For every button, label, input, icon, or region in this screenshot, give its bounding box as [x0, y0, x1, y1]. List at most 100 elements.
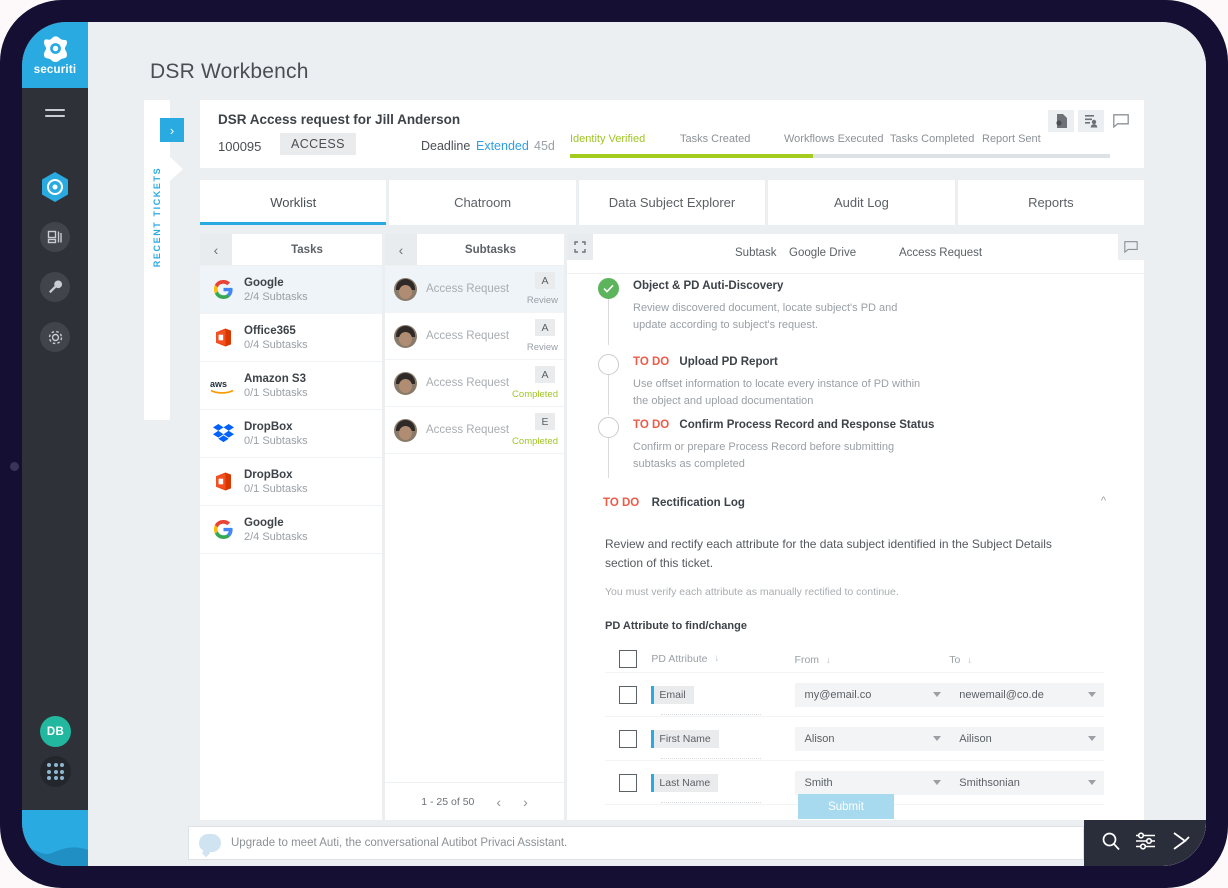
row-checkbox[interactable]	[619, 729, 638, 748]
search-icon	[1102, 832, 1120, 850]
chat-placeholder: Upgrade to meet Auti, the conversational…	[231, 837, 568, 849]
worklist-columns: ‹ Tasks Google 2/4 Subtasks Office365 0/…	[200, 234, 1144, 820]
subtask-name: Access Request	[426, 377, 510, 389]
row-checkbox[interactable]	[619, 685, 638, 704]
document-settings-button[interactable]	[1048, 110, 1074, 132]
search-button[interactable]	[1101, 831, 1121, 856]
from-value-select[interactable]: Alison	[794, 726, 950, 751]
task-row[interactable]: aws Amazon S3 0/1 Subtasks	[200, 362, 382, 410]
task-row[interactable]: Office365 0/4 Subtasks	[200, 314, 382, 362]
expand-detail-button[interactable]	[567, 234, 593, 260]
checklist-title: TO DO Confirm Process Record and Respons…	[633, 413, 1144, 431]
comment-icon	[1124, 241, 1138, 253]
task-row[interactable]: Google 2/4 Subtasks	[200, 266, 382, 314]
sidebar-item-dashboard[interactable]	[22, 212, 88, 262]
rectification-log-body: Review and rectify each attribute for th…	[567, 535, 1144, 806]
send-button[interactable]	[1170, 831, 1190, 856]
attribute-table-label: PD Attribute to find/change	[605, 620, 747, 633]
pagination-next-button[interactable]: ›	[523, 794, 528, 810]
detail-body: Object & PD Auti-Discovery Review discov…	[567, 274, 1144, 820]
select-all-checkbox[interactable]	[619, 649, 638, 668]
task-name: DropBox	[244, 468, 293, 481]
task-text: Google 2/4 Subtasks	[244, 517, 308, 543]
chevron-left-icon: ‹	[213, 241, 219, 258]
recent-tickets-rail[interactable]: RECENT TICKETS	[144, 100, 170, 420]
google-icon	[210, 278, 236, 302]
tab-audit-log[interactable]: Audit Log	[768, 180, 955, 225]
task-name: Google	[244, 516, 284, 529]
subtask-badge: E	[535, 413, 555, 430]
subtasks-panel-title: Subtasks	[464, 243, 517, 256]
tab-label: Audit Log	[833, 195, 889, 210]
submit-button[interactable]: Submit	[798, 794, 894, 819]
chevron-down-icon	[1088, 735, 1097, 741]
svg-text:aws: aws	[210, 379, 227, 389]
assign-user-button[interactable]	[1078, 110, 1104, 132]
sidebar-item-tools[interactable]	[22, 262, 88, 312]
document-settings-icon	[1055, 114, 1067, 128]
subtask-row[interactable]: Access Request A Review	[385, 313, 564, 360]
task-name: Office365	[244, 324, 296, 337]
detail-comment-button[interactable]	[1118, 234, 1144, 260]
tab-data-subject-explorer[interactable]: Data Subject Explorer	[578, 180, 766, 225]
task-row[interactable]: DropBox 0/1 Subtasks	[200, 410, 382, 458]
sort-arrow-icon[interactable]: ↓	[967, 655, 972, 666]
checklist-item[interactable]: TO DO Upload PD Report Use offset inform…	[567, 350, 1144, 415]
checklist-description: Review discovered document, locate subje…	[633, 302, 898, 331]
to-value-select[interactable]: newemail@co.de	[949, 682, 1105, 707]
empty-circle-icon	[598, 417, 619, 438]
task-row[interactable]: DropBox 0/1 Subtasks	[200, 458, 382, 506]
checklist-item[interactable]: TO DO Confirm Process Record and Respons…	[567, 413, 1144, 478]
tasks-back-button[interactable]: ‹	[200, 234, 232, 265]
tab-reports[interactable]: Reports	[957, 180, 1145, 225]
sidebar-item-settings[interactable]	[22, 312, 88, 362]
subtask-row[interactable]: Access Request E Completed	[385, 407, 564, 454]
empty-circle-icon	[598, 354, 619, 375]
from-value-select[interactable]: my@email.co	[794, 682, 950, 707]
filter-button[interactable]	[1135, 831, 1156, 856]
sort-arrow-icon[interactable]: ↓	[826, 655, 831, 666]
subtask-row[interactable]: Access Request A Review	[385, 266, 564, 313]
chevron-up-icon[interactable]: ^	[1101, 495, 1106, 507]
chevron-down-icon	[1088, 691, 1097, 697]
brand-logo[interactable]: securiti	[22, 22, 88, 88]
chat-input[interactable]: Upgrade to meet Auti, the conversational…	[188, 826, 1084, 860]
sidebar-item-privaci[interactable]	[22, 162, 88, 212]
subtask-detail-panel: Subtask Google Drive Access Request Obje…	[567, 234, 1144, 820]
checklist-item[interactable]: Object & PD Auti-Discovery Review discov…	[567, 274, 1144, 350]
task-row[interactable]: Google 2/4 Subtasks	[200, 506, 382, 554]
recent-tickets-expand-button[interactable]: ›	[160, 118, 184, 142]
pagination-range: 1 - 25 of 50	[421, 795, 475, 808]
todo-badge: TO DO	[603, 497, 640, 509]
tasks-panel-header: ‹ Tasks	[200, 234, 382, 266]
hamburger-menu-button[interactable]	[22, 88, 88, 138]
tab-label: Data Subject Explorer	[608, 195, 736, 210]
deadline-state-link[interactable]: Extended	[476, 139, 529, 153]
to-value-select[interactable]: Ailison	[949, 726, 1105, 751]
chat-actions	[1084, 820, 1206, 866]
ticket-comment-button[interactable]	[1108, 110, 1134, 132]
tab-chatroom[interactable]: Chatroom	[389, 180, 576, 225]
tab-worklist[interactable]: Worklist	[200, 180, 387, 225]
sort-arrow-icon[interactable]: ↓	[714, 653, 719, 664]
office365-icon	[210, 470, 236, 494]
apps-grid-button[interactable]	[40, 756, 71, 787]
task-text: DropBox 0/1 Subtasks	[244, 421, 308, 447]
rectification-log-header[interactable]: TO DO Rectification Log ^	[567, 493, 1144, 513]
user-avatar[interactable]: DB	[40, 716, 71, 747]
rectification-note: You must verify each attribute as manual…	[605, 586, 899, 599]
subtasks-back-button[interactable]: ‹	[385, 234, 417, 265]
apps-grid-icon	[47, 763, 64, 780]
ticket-progress-stepper: Identity Verified Tasks Created Workflow…	[570, 133, 1110, 158]
chat-bubble-icon	[199, 834, 221, 852]
pagination-prev-button[interactable]: ‹	[496, 794, 501, 810]
deadline-days: 45d	[534, 139, 555, 153]
task-subtask-count: 0/1 Subtasks	[244, 482, 308, 495]
from-value: Alison	[804, 732, 835, 745]
tasks-panel: ‹ Tasks Google 2/4 Subtasks Office365 0/…	[200, 234, 382, 820]
subtask-row[interactable]: Access Request A Completed	[385, 360, 564, 407]
subtask-status: Completed	[512, 436, 558, 447]
chevron-left-icon: ‹	[398, 241, 404, 258]
subtask-status: Completed	[512, 389, 558, 400]
detail-breadcrumb-source[interactable]: Google Drive	[789, 247, 856, 259]
